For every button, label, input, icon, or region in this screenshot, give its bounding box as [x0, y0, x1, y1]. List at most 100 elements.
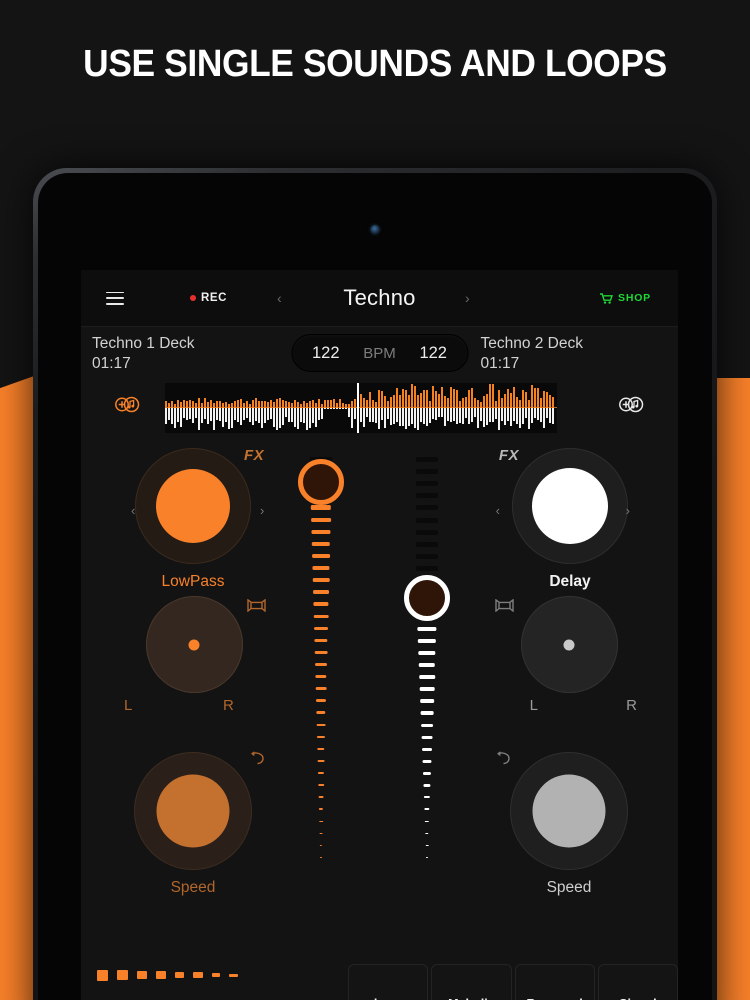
fader-tick: [315, 687, 327, 691]
sequencer-step[interactable]: [117, 970, 128, 980]
waveform-bar: [378, 390, 380, 408]
speed-knob-left[interactable]: Speed: [129, 752, 257, 897]
waveform-bar: [288, 408, 290, 422]
waveform-bar: [447, 408, 449, 421]
fader-tick: [318, 784, 324, 787]
loop-bracket-icon-right[interactable]: [495, 598, 514, 613]
waveform-bar: [468, 390, 470, 408]
waveform-bar: [456, 390, 458, 408]
waveform-bar: [408, 408, 410, 427]
sequencer-step[interactable]: [136, 970, 147, 980]
waveform-bar: [264, 408, 266, 423]
speed-knob-right-label: Speed: [546, 879, 592, 896]
sound-pad[interactable]: Melodic: [431, 964, 512, 1000]
waveform-bar: [219, 408, 221, 422]
waveform-bar: [456, 408, 458, 425]
fx-right-prev-button[interactable]: ‹: [496, 503, 500, 518]
waveform-bar: [486, 394, 488, 408]
fader-tick: [416, 529, 438, 535]
waveform-bar: [369, 392, 371, 408]
waveform-bar: [168, 408, 170, 421]
fx-right-next-button[interactable]: ›: [626, 503, 630, 518]
fader-tick: [318, 796, 324, 799]
fx-left-next-button[interactable]: ›: [260, 503, 264, 518]
waveform-bar: [183, 408, 185, 418]
fx-knob-left[interactable]: LowPass: [130, 448, 256, 591]
fader-tick: [312, 553, 330, 559]
speed-knob-right[interactable]: Speed: [505, 752, 633, 897]
sequencer-step[interactable]: [97, 969, 108, 981]
waveform-bar: [273, 408, 275, 427]
sequencer-steps[interactable]: [97, 968, 238, 982]
waveform-bar: [360, 408, 362, 422]
waveform-bar: [489, 384, 491, 408]
waveform-bar: [477, 408, 479, 429]
app-title: Techno: [343, 285, 416, 310]
waveform-bar: [363, 408, 365, 428]
waveform-bar: [534, 408, 536, 419]
pan-knob-left[interactable]: [144, 596, 244, 693]
waveform-bar: [381, 390, 383, 408]
waveform-bar: [471, 408, 473, 423]
waveform-bar: [528, 408, 530, 429]
fader-right[interactable]: [404, 443, 450, 859]
sound-pad[interactable]: Reversed: [514, 964, 595, 1000]
fader-tick: [417, 638, 437, 644]
shop-button[interactable]: SHOP: [600, 292, 651, 304]
sequencer-step[interactable]: [155, 971, 166, 979]
bpm-left-value: 122: [312, 343, 340, 362]
waveform-bar: [459, 408, 461, 424]
speed-knob-left-label: Speed: [170, 879, 216, 896]
sequencer-step[interactable]: [229, 973, 238, 977]
waveform-bar: [204, 408, 206, 420]
waveform-bar: [441, 408, 443, 418]
fader-tick: [320, 856, 322, 859]
waveform-bar: [390, 408, 392, 425]
deck-right-info[interactable]: Techno 2 Deck 01:17: [480, 334, 583, 374]
fader-tick: [319, 820, 323, 823]
fx-left-prev-button[interactable]: ‹: [131, 503, 135, 518]
fader-tick: [317, 759, 325, 763]
promo-stage: USE SINGLE SOUNDS AND LOOPS REC ‹ Techno…: [0, 0, 750, 1000]
waveform-bar: [438, 393, 440, 408]
tablet-device: REC ‹ Techno › SHOP Techno 1 Deck 01:17 …: [33, 168, 717, 1000]
app-header: REC ‹ Techno › SHOP: [81, 270, 678, 327]
waveform-bar: [201, 408, 203, 423]
fader-tick: [310, 505, 332, 511]
sequencer-step[interactable]: [193, 972, 203, 978]
waveform-bar: [177, 408, 179, 423]
waveform-bar: [231, 408, 233, 429]
bpm-display[interactable]: 122 BPM 122: [291, 334, 468, 372]
waveform-bar: [282, 408, 284, 426]
waveform-bar: [513, 408, 515, 422]
fader-left[interactable]: [298, 443, 344, 859]
fx-knob-left-label: LowPass: [161, 573, 225, 590]
fader-left-handle[interactable]: [298, 459, 344, 506]
add-music-icon-right[interactable]: [619, 395, 644, 414]
fader-tick: [314, 626, 328, 631]
sequencer-step[interactable]: [211, 972, 221, 978]
waveform-bar: [354, 408, 356, 419]
sound-pad[interactable]: Signal: [597, 964, 678, 1000]
fader-tick: [315, 675, 327, 679]
waveform-bar: [396, 408, 398, 423]
deck-left-info[interactable]: Techno 1 Deck 01:17: [92, 334, 195, 374]
waveform-bar: [432, 386, 434, 408]
sequencer-step[interactable]: [174, 971, 185, 979]
waveform-bar: [252, 408, 254, 426]
add-music-icon-left[interactable]: [115, 395, 140, 414]
sound-pad[interactable]: lazer: [348, 964, 429, 1000]
cart-icon: [600, 292, 614, 304]
waveform-display[interactable]: [165, 383, 557, 433]
loop-bracket-icon-left[interactable]: [247, 598, 266, 613]
next-preset-button[interactable]: ›: [465, 290, 470, 306]
waveform-playhead[interactable]: [357, 383, 359, 433]
waveform-bar: [396, 387, 398, 408]
fx-knob-right[interactable]: Delay: [507, 448, 633, 591]
waveform-bar: [450, 408, 452, 423]
waveform-bar: [513, 386, 515, 408]
pan-right-R-label: R: [626, 697, 637, 714]
fader-right-handle[interactable]: [404, 574, 450, 621]
pan-knob-right[interactable]: [519, 596, 619, 693]
waveform-bar: [471, 387, 473, 408]
